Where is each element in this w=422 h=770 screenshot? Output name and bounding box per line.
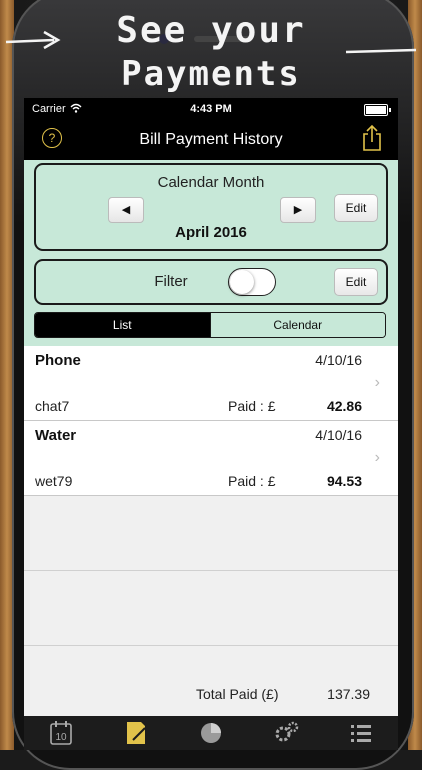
paid-label: Paid : £: [228, 398, 276, 414]
paid-label: Paid : £: [228, 473, 276, 489]
list-icon[interactable]: [346, 718, 376, 748]
empty-row: [24, 571, 398, 646]
empty-row: [24, 496, 398, 571]
chevron-right-icon: ›: [374, 374, 380, 391]
tab-list[interactable]: List: [35, 313, 210, 337]
edit-month-button[interactable]: Edit: [334, 194, 378, 222]
calendar-month-label: Calendar Month: [157, 174, 265, 191]
payment-date: 4/10/16: [315, 427, 362, 443]
payment-reference: wet79: [35, 473, 73, 489]
page-title: Bill Payment History: [139, 131, 283, 148]
payment-name: Phone: [35, 352, 81, 369]
filter-box: Filter Edit: [34, 259, 388, 305]
payment-list: Phone 4/10/16 chat7 Paid : £ 42.86 › Wat…: [24, 346, 398, 496]
calendar-day-number: 10: [56, 732, 68, 743]
status-bar: Carrier 4:43 PM: [24, 98, 398, 120]
payment-date: 4/10/16: [315, 352, 362, 368]
total-value: 137.39: [327, 686, 370, 702]
battery-icon: [364, 104, 391, 116]
share-icon[interactable]: [362, 124, 382, 152]
payment-reference: chat7: [35, 398, 70, 414]
previous-month-button[interactable]: ◀: [108, 197, 144, 223]
bill-edit-icon[interactable]: [121, 718, 151, 748]
clock: 4:43 PM: [190, 103, 232, 115]
next-month-button[interactable]: ▶: [280, 197, 316, 223]
empty-row: [24, 646, 398, 676]
chalk-arrow-left-icon: [5, 30, 61, 50]
calendar-month-box: Calendar Month ◀ ▶ Edit April 2016: [34, 163, 388, 251]
gears-icon[interactable]: [271, 718, 301, 748]
payment-amount: 94.53: [326, 473, 362, 489]
toggle-knob: [230, 270, 254, 294]
table-row[interactable]: Water 4/10/16 wet79 Paid : £ 94.53 ›: [24, 421, 398, 496]
payment-name: Water: [35, 427, 77, 444]
total-label: Total Paid (£): [196, 686, 279, 702]
total-bar: Total Paid (£) 137.39: [24, 674, 398, 720]
controls-panel: Calendar Month ◀ ▶ Edit April 2016 Filte…: [24, 160, 398, 346]
edit-filter-button[interactable]: Edit: [334, 268, 378, 296]
tab-calendar[interactable]: Calendar: [209, 313, 385, 337]
chalk-arrow-right-icon: [345, 48, 417, 54]
view-segmented-control: List Calendar: [34, 312, 386, 338]
promo-headline-line2: Payments: [121, 54, 301, 94]
tab-bar: 10: [24, 716, 398, 750]
selected-month: April 2016: [175, 224, 247, 241]
table-row[interactable]: Phone 4/10/16 chat7 Paid : £ 42.86 ›: [24, 346, 398, 421]
navigation-bar: ? Bill Payment History: [24, 120, 398, 160]
filter-label: Filter: [154, 273, 188, 290]
filter-toggle[interactable]: [228, 268, 276, 296]
chevron-right-icon: ›: [374, 449, 380, 466]
calendar-10-icon[interactable]: 10: [46, 718, 76, 748]
pie-chart-icon[interactable]: [196, 718, 226, 748]
app-screen: Carrier 4:43 PM ? Bill Payment History C…: [24, 98, 398, 750]
payment-amount: 42.86: [326, 398, 362, 414]
